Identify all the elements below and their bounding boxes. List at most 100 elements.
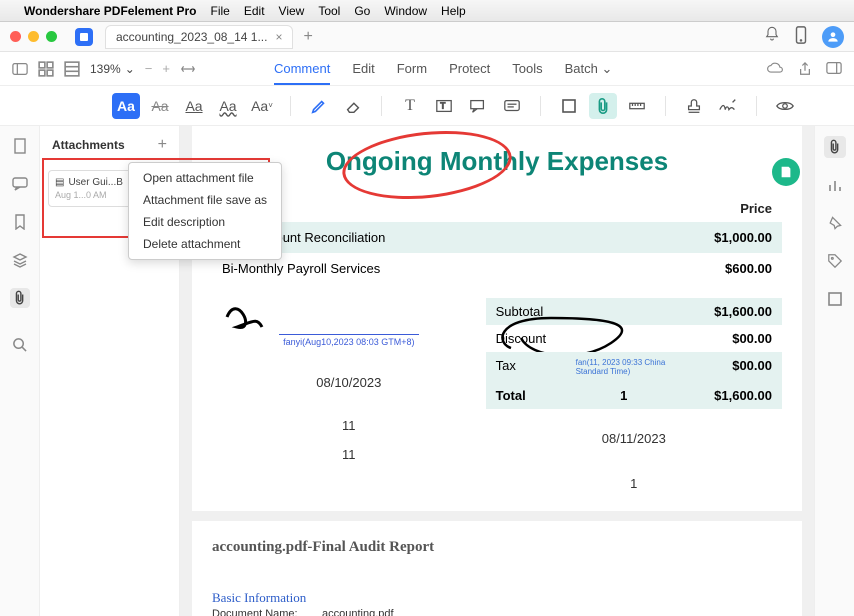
comments-icon[interactable]: [10, 174, 30, 194]
column-header-price: Price: [652, 201, 772, 216]
panel-toggle-icon[interactable]: [826, 61, 842, 77]
ctx-open-attachment[interactable]: Open attachment file: [129, 167, 281, 189]
tab-edit[interactable]: Edit: [352, 61, 374, 77]
user-avatar[interactable]: [822, 26, 844, 48]
minimize-window-button[interactable]: [28, 31, 39, 42]
chevron-down-icon: ⌄: [601, 61, 612, 76]
right-nav-bar: [814, 126, 854, 616]
table-row: Daily Account Reconciliation $1,000.00: [212, 222, 782, 253]
stats-icon[interactable]: [824, 174, 846, 196]
menu-go[interactable]: Go: [354, 4, 370, 18]
ctx-edit-description[interactable]: Edit description: [129, 211, 281, 233]
zoom-in-button[interactable]: +: [162, 61, 170, 76]
list-view-icon[interactable]: [64, 61, 80, 77]
caret-tool[interactable]: Aa˅: [248, 93, 276, 119]
cloud-icon[interactable]: [766, 61, 784, 77]
menu-tool[interactable]: Tool: [318, 4, 340, 18]
strikethrough-tool[interactable]: Aa: [146, 93, 174, 119]
num-1: 1: [486, 476, 782, 491]
document-title: Ongoing Monthly Expenses: [212, 146, 782, 177]
window-controls: [10, 31, 57, 42]
date-right: 08/11/2023: [486, 431, 782, 446]
info-row: Document Name:accounting.pdf: [212, 608, 782, 616]
tab-tools[interactable]: Tools: [512, 61, 542, 77]
floating-action-button[interactable]: [772, 158, 800, 186]
menu-file[interactable]: File: [211, 4, 230, 18]
app-name-menu[interactable]: Wondershare PDFelement Pro: [24, 4, 197, 18]
zoom-control[interactable]: 139% ⌄: [90, 62, 135, 76]
note-tool[interactable]: [498, 93, 526, 119]
fit-width-icon[interactable]: [180, 61, 196, 77]
tab-close-icon[interactable]: ×: [275, 30, 282, 44]
os-menubar: Wondershare PDFelement Pro File Edit Vie…: [0, 0, 854, 22]
eraser-tool[interactable]: [339, 93, 367, 119]
document-tab[interactable]: accounting_2023_08_14 1... ×: [105, 25, 293, 49]
phone-icon[interactable]: [794, 26, 808, 48]
attachment-panel-icon[interactable]: [824, 136, 846, 158]
svg-text:T: T: [440, 101, 445, 110]
num-11b: 11: [212, 447, 486, 462]
tab-title: accounting_2023_08_14 1...: [116, 30, 267, 44]
menu-help[interactable]: Help: [441, 4, 466, 18]
pdf-page: accounting.pdf-Final Audit Report Basic …: [192, 521, 802, 616]
signature-caption-2: fan(11, 2023 09:33 China Standard Time): [576, 358, 672, 376]
audit-title: accounting.pdf-Final Audit Report: [212, 539, 782, 556]
table-row: Bi-Monthly Payroll Services $600.00: [212, 253, 782, 284]
summary-row: Taxfan(11, 2023 09:33 China Standard Tim…: [486, 352, 782, 382]
date-left: 08/10/2023: [212, 375, 486, 390]
sidebar-toggle-icon[interactable]: [12, 61, 28, 77]
share-icon[interactable]: [798, 61, 812, 77]
file-icon: ▤: [55, 177, 64, 188]
comment-toolbar: Aa Aa Aa Aa Aa˅ T T: [0, 86, 854, 126]
signature-caption: fanyi(Aug10,2023 08:03 GTM+8): [212, 337, 486, 347]
layers-icon[interactable]: [10, 250, 30, 270]
num-11a: 11: [212, 418, 486, 433]
measure-tool[interactable]: [623, 93, 651, 119]
column-header-name: Name: [222, 201, 652, 216]
new-tab-button[interactable]: +: [303, 28, 312, 46]
textbox-tool[interactable]: T: [430, 93, 458, 119]
text-tool[interactable]: T: [396, 93, 424, 119]
signature-tool[interactable]: [714, 93, 742, 119]
pencil-tool[interactable]: [305, 93, 333, 119]
squiggly-tool[interactable]: Aa: [214, 93, 242, 119]
square-icon[interactable]: [824, 288, 846, 310]
tag-icon[interactable]: [824, 250, 846, 272]
callout-tool[interactable]: [464, 93, 492, 119]
signature-mark: [212, 292, 292, 332]
thumbnails-icon[interactable]: [10, 136, 30, 156]
search-icon[interactable]: [10, 334, 30, 354]
menu-edit[interactable]: Edit: [244, 4, 265, 18]
tab-comment[interactable]: Comment: [274, 61, 330, 85]
attachment-context-menu: Open attachment file Attachment file sav…: [128, 162, 282, 260]
left-nav-bar: [0, 126, 40, 616]
tab-protect[interactable]: Protect: [449, 61, 490, 77]
titlebar: accounting_2023_08_14 1... × +: [0, 22, 854, 52]
app-logo-icon: [75, 28, 93, 46]
menu-view[interactable]: View: [279, 4, 305, 18]
highlight-tool[interactable]: Aa: [112, 93, 140, 119]
tab-form[interactable]: Form: [397, 61, 427, 77]
underline-tool[interactable]: Aa: [180, 93, 208, 119]
grid-view-icon[interactable]: [38, 61, 54, 77]
menu-window[interactable]: Window: [384, 4, 427, 18]
bell-icon[interactable]: [764, 26, 780, 48]
close-window-button[interactable]: [10, 31, 21, 42]
pin-icon[interactable]: [824, 212, 846, 234]
zoom-out-button[interactable]: −: [145, 61, 153, 76]
maximize-window-button[interactable]: [46, 31, 57, 42]
stamp-tool[interactable]: [680, 93, 708, 119]
summary-row: Total1$1,600.00: [486, 382, 782, 409]
hide-annotations-tool[interactable]: [771, 93, 799, 119]
panel-title: Attachments: [52, 138, 125, 152]
attachments-icon[interactable]: [10, 288, 30, 308]
bookmarks-icon[interactable]: [10, 212, 30, 232]
attachment-tool[interactable]: [589, 93, 617, 119]
rectangle-tool[interactable]: [555, 93, 583, 119]
tab-batch[interactable]: Batch ⌄: [565, 61, 613, 77]
pdf-page: Ongoing Monthly Expenses Name Price Dail…: [192, 126, 802, 511]
ctx-delete-attachment[interactable]: Delete attachment: [129, 233, 281, 255]
ctx-save-as[interactable]: Attachment file save as: [129, 189, 281, 211]
add-attachment-button[interactable]: +: [158, 136, 167, 154]
chevron-down-icon: ⌄: [125, 62, 135, 76]
